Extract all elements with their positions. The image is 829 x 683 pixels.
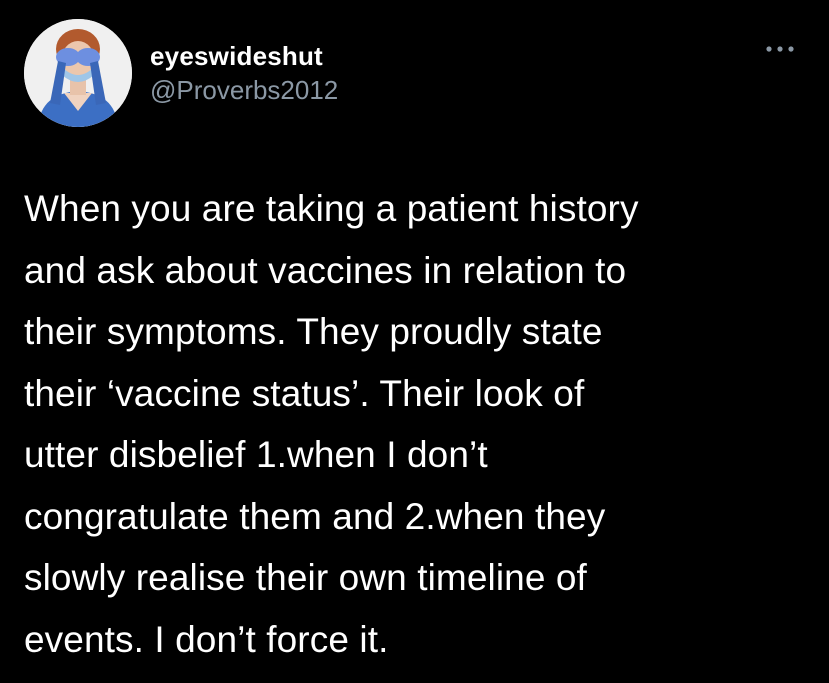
avatar[interactable]: [24, 19, 132, 127]
tweet-header: eyeswideshut @Proverbs2012: [24, 17, 338, 129]
display-name[interactable]: eyeswideshut: [150, 40, 338, 72]
tweet-card: eyeswideshut @Proverbs2012 When you are …: [0, 0, 829, 683]
user-handle[interactable]: @Proverbs2012: [150, 74, 338, 106]
author-names: eyeswideshut @Proverbs2012: [150, 40, 338, 106]
ellipsis-icon[interactable]: [763, 40, 797, 58]
tweet-text: When you are taking a patient history an…: [24, 188, 639, 660]
avatar-image: [24, 19, 132, 127]
